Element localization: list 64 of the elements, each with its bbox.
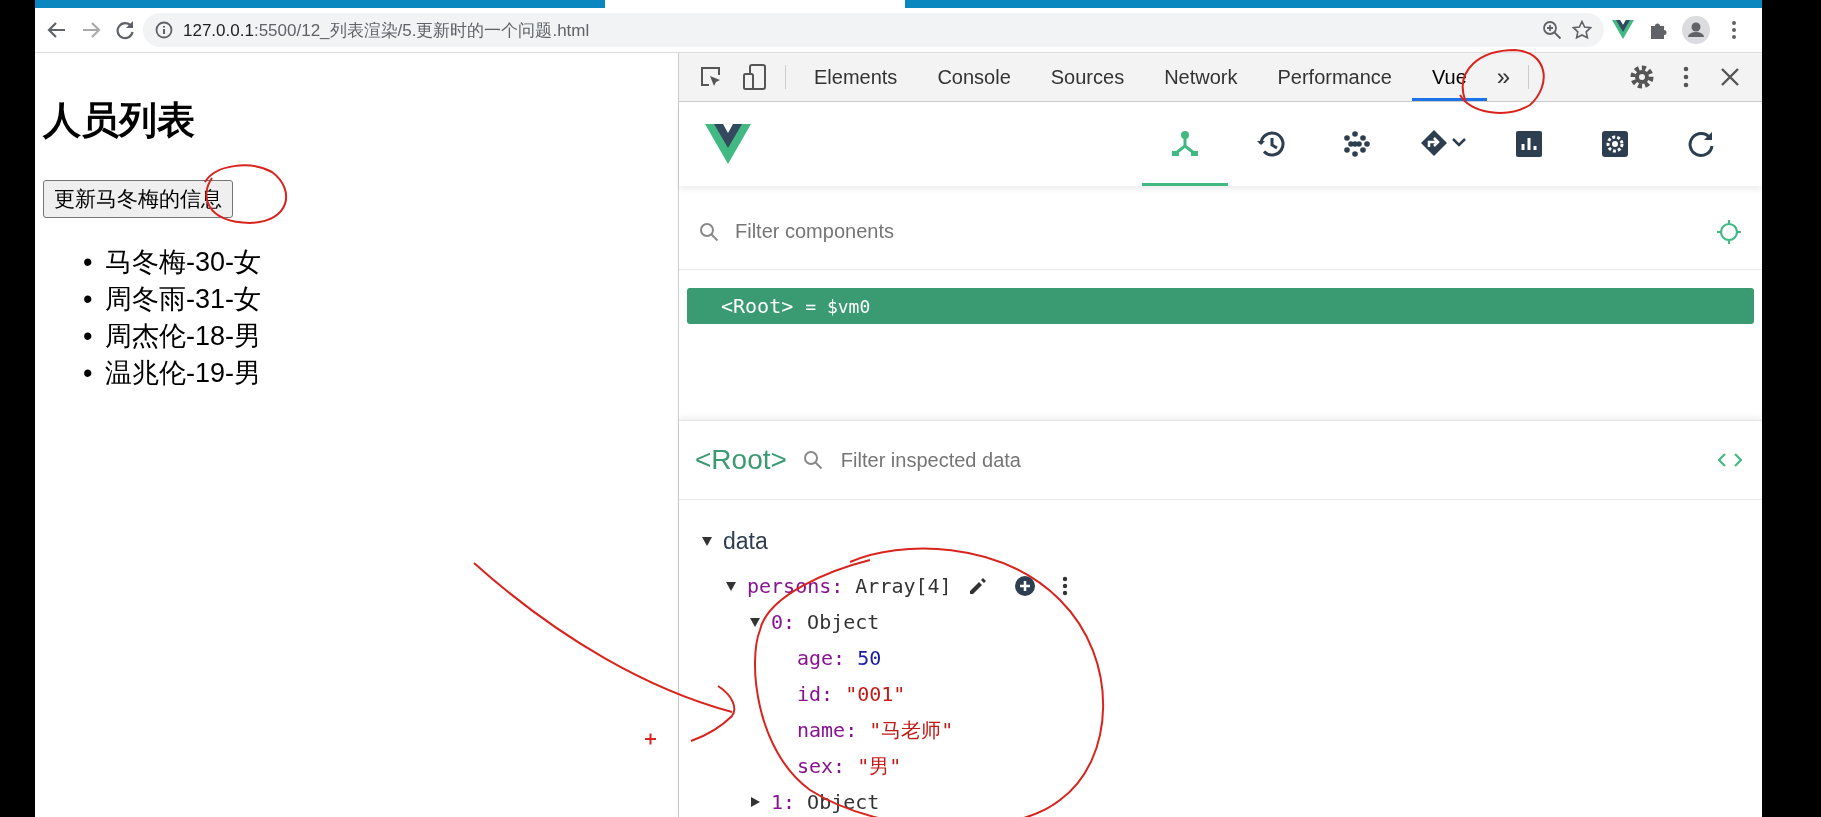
bullet: • (83, 357, 94, 390)
field-value: "马老师" (869, 716, 954, 744)
bullet: • (83, 320, 94, 353)
more-icon[interactable] (1061, 576, 1068, 596)
vue-extension-icon[interactable] (1612, 20, 1634, 40)
field-value: "001" (845, 682, 906, 706)
more-icon[interactable] (1683, 66, 1689, 88)
expanded-triangle-icon[interactable] (749, 616, 761, 628)
field-name: id: (797, 682, 834, 706)
profile-icon[interactable] (1682, 16, 1710, 44)
field-value: 50 (857, 646, 882, 670)
filter-components-field[interactable]: Filter components (733, 219, 1702, 244)
inspect-icon[interactable] (699, 65, 723, 89)
filter-data-field[interactable]: Filter inspected data (838, 447, 1702, 473)
field-name: age: (797, 646, 846, 670)
reload-icon[interactable] (115, 20, 135, 40)
field-name: 1: (771, 790, 796, 814)
section-name: data (723, 527, 768, 555)
settings-icon (1602, 131, 1628, 157)
vue-logo (705, 124, 751, 164)
field-name: name: (797, 718, 858, 742)
devtools-tab[interactable]: Console (917, 53, 1031, 101)
search-icon (699, 221, 719, 242)
dots-grid-icon (1344, 131, 1370, 157)
settings-icon[interactable] (1629, 64, 1655, 90)
more-tabs[interactable]: » (1486, 53, 1521, 101)
route-icon (1421, 130, 1466, 156)
collapsed-triangle-icon[interactable] (749, 796, 761, 808)
back-icon[interactable] (47, 20, 67, 40)
address-bar[interactable]: 127.0.0.1:5500/12_列表渲染/5.更新时的一个问题.html (143, 13, 1604, 47)
expanded-triangle-icon[interactable] (725, 580, 737, 592)
zoom-icon[interactable] (1542, 20, 1562, 40)
star-icon[interactable] (1572, 20, 1592, 40)
devtools-tab[interactable]: Performance (1257, 53, 1412, 101)
bullet: • (83, 246, 94, 279)
field-value: "男" (857, 752, 902, 780)
bullet: • (83, 283, 94, 316)
expanded-triangle-icon[interactable] (701, 535, 713, 547)
field-value: Object (807, 610, 880, 634)
pencil-icon[interactable] (967, 576, 988, 596)
device-icon[interactable] (743, 64, 767, 90)
person-item: 马冬梅-30-女 (105, 246, 261, 279)
cross-mark (644, 732, 657, 746)
refresh-icon (1688, 132, 1714, 157)
page-heading: 人员列表 (43, 98, 196, 143)
inspected-component-name: <Root> (695, 444, 787, 476)
search-icon (802, 450, 823, 470)
devtools-tab[interactable]: Elements (794, 53, 918, 101)
person-item: 周冬雨-31-女 (105, 283, 261, 316)
field-value: Array[4] (855, 574, 952, 598)
person-item: 温兆伦-19-男 (105, 357, 261, 390)
components-icon (1172, 131, 1198, 156)
history-icon (1257, 131, 1285, 157)
devtools-tab[interactable]: Sources (1030, 53, 1145, 101)
field-name: sex: (797, 754, 846, 778)
bar-chart-icon (1516, 131, 1542, 157)
info-icon[interactable] (155, 21, 173, 39)
menu-icon[interactable] (1731, 20, 1737, 40)
field-name: 0: (771, 610, 796, 634)
close-icon[interactable] (1720, 67, 1740, 87)
devtools-tab[interactable]: Network (1144, 53, 1258, 101)
person-item: 周杰伦-18-男 (105, 320, 261, 353)
url-text: 127.0.0.1:5500/12_列表渲染/5.更新时的一个问题.html (183, 19, 591, 42)
add-icon[interactable] (1013, 575, 1036, 597)
